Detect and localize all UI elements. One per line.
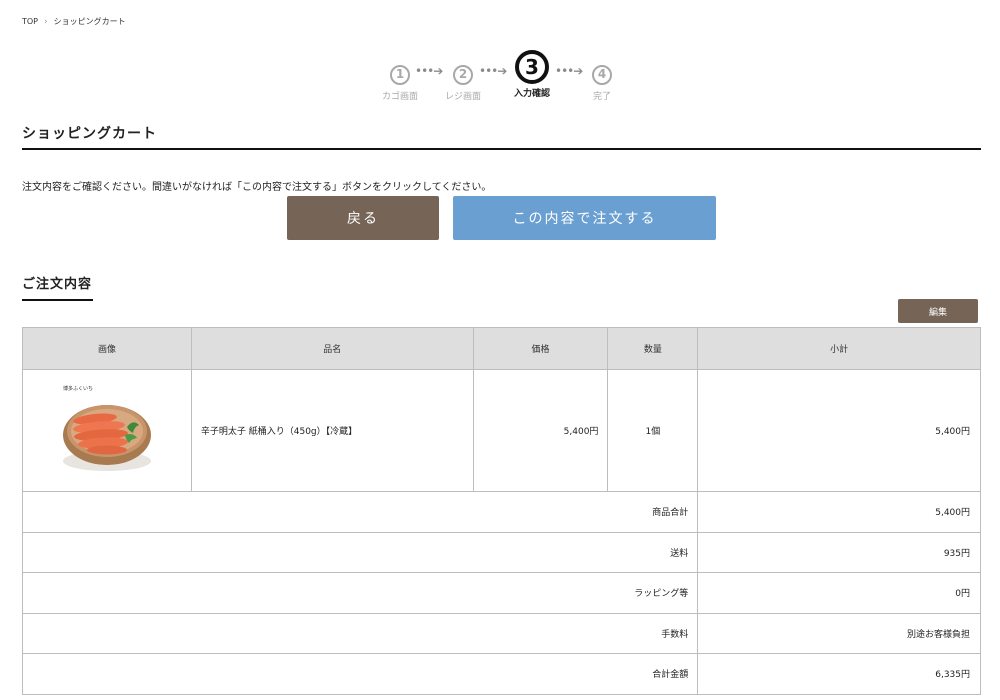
breadcrumb-current: ショッピングカート (53, 17, 126, 26)
section-underline (22, 299, 93, 301)
header-price: 価格 (472, 327, 609, 370)
order-table: 画像 品名 価格 数量 小計 博多ふくいち 辛子明太子 紙桶入り（450g）【冷… (21, 327, 981, 695)
page-title: ショッピングカート (22, 126, 157, 142)
step-complete: 4 完了 (582, 65, 622, 102)
mentaiko-tub-image: 博多ふくいち (62, 385, 151, 471)
step-label-complete: 完了 (592, 92, 611, 102)
summary-row-shipping: 送料 935円 (21, 531, 981, 573)
step-cart: 1 カゴ画面 (380, 65, 420, 102)
product-image-cell: 博多ふくいち (22, 369, 192, 492)
summary-row-grand-total: 合計金額 6,335円 (21, 653, 981, 695)
summary-label: 商品合計 (21, 491, 699, 533)
dotted-arrow-icon: •••➔ (555, 64, 583, 78)
summary-value: 6,335円 (697, 653, 981, 695)
product-price: 5,400円 (472, 369, 609, 492)
summary-row-wrapping: ラッピング等 0円 (21, 572, 981, 614)
breadcrumb-home-link[interactable]: TOP (22, 17, 38, 26)
product-quantity: 1個 (607, 369, 699, 492)
chevron-right-icon: › (44, 16, 48, 27)
product-name: 辛子明太子 紙桶入り（450g）【冷蔵】 (190, 369, 474, 492)
breadcrumb: TOP › ショッピングカート (22, 16, 126, 27)
step-confirm: 3 入力確認 (509, 50, 555, 99)
edit-button[interactable]: 編集 (898, 299, 978, 323)
summary-label: 送料 (21, 531, 699, 573)
summary-row-goods-total: 商品合計 5,400円 (21, 491, 981, 533)
header-image: 画像 (22, 327, 192, 370)
summary-value: 935円 (697, 531, 981, 573)
step-number-2: 2 (453, 65, 473, 85)
section-title: ご注文内容 (22, 277, 93, 292)
dotted-arrow-icon: •••➔ (479, 64, 507, 78)
step-number-4: 4 (592, 65, 612, 85)
summary-value: 0円 (697, 572, 981, 614)
step-label-register: レジ画面 (444, 92, 481, 102)
summary-label: ラッピング等 (21, 572, 699, 614)
product-subtotal: 5,400円 (697, 369, 981, 492)
header-qty: 数量 (607, 327, 699, 370)
summary-label: 合計金額 (21, 653, 699, 695)
header-name: 品名 (190, 327, 474, 370)
place-order-button[interactable]: この内容で注文する (453, 196, 716, 240)
table-header-row: 画像 品名 価格 数量 小計 (22, 327, 981, 370)
step-label-confirm: 入力確認 (513, 89, 550, 99)
title-divider (22, 148, 981, 150)
instruction-text: 注文内容をご確認ください。間違いがなければ「この内容で注文する」ボタンをクリック… (22, 182, 492, 193)
summary-value: 別途お客様負担 (697, 612, 981, 654)
step-number-3: 3 (515, 50, 549, 84)
table-row: 博多ふくいち 辛子明太子 紙桶入り（450g）【冷蔵】 5,400円 1個 5,… (22, 369, 981, 492)
product-image: 博多ふくいち (57, 379, 157, 479)
dotted-arrow-icon: •••➔ (415, 64, 443, 78)
product-image-caption: 博多ふくいち (63, 385, 93, 392)
step-register: 2 レジ画面 (443, 65, 483, 102)
summary-value: 5,400円 (697, 491, 981, 533)
header-subtotal: 小計 (697, 327, 981, 370)
summary-row-fee: 手数料 別途お客様負担 (21, 612, 981, 654)
step-number-1: 1 (390, 65, 410, 85)
step-label-cart: カゴ画面 (381, 92, 418, 102)
back-button[interactable]: 戻る (287, 196, 439, 240)
summary-label: 手数料 (21, 612, 699, 654)
